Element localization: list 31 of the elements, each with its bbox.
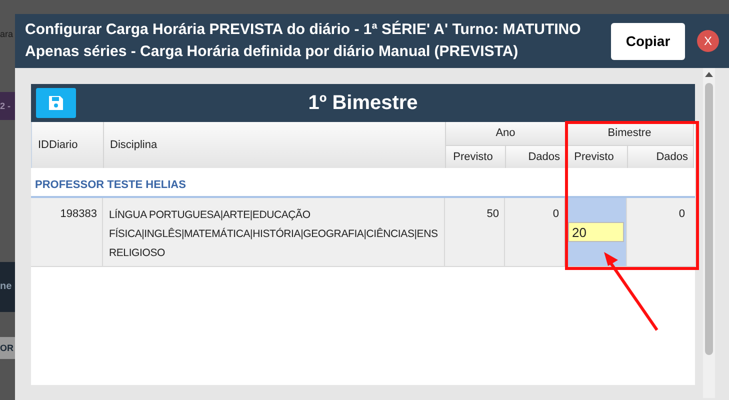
scrollbar[interactable] xyxy=(703,68,715,398)
scroll-up-icon xyxy=(705,71,713,77)
background-text: OR xyxy=(0,342,14,354)
table-cell-text: LÍNGUA PORTUGUESA|ARTE|EDUCAÇÃO xyxy=(109,208,312,223)
column-header: Dados xyxy=(528,150,560,165)
column-header: IDDiario xyxy=(38,138,78,153)
table-cell-text: 0 xyxy=(678,207,685,222)
background-text: ara xyxy=(0,28,14,40)
column-header: Previsto xyxy=(453,150,493,165)
table-cell-text: RELIGIOSO xyxy=(109,246,166,261)
dialog-title: Apenas séries - Carga Horária definida por diário Manual (PREVISTA) xyxy=(25,42,520,62)
table-cell-text: 50 xyxy=(486,207,499,222)
save-icon xyxy=(48,95,64,111)
group-header: PROFESSOR TESTE HELIAS xyxy=(35,178,186,192)
column-header: Bimestre xyxy=(608,126,652,142)
column-header: Dados xyxy=(656,150,688,165)
table-cell-text: FÍSICA|INGLÊS|MATEMÁTICA|HISTÓRIA|GEOGRAFIA|CIÊNCIAS|ENS xyxy=(109,226,439,242)
selected-cell[interactable]: 20 xyxy=(565,198,627,266)
panel-title: 1º Bimestre xyxy=(308,91,418,116)
dialog-title: Configurar Carga Horária PREVISTA do diário - 1ª SÉRIE' A' Turno: MATUTINO xyxy=(25,20,582,40)
save-button[interactable] xyxy=(36,88,76,118)
table-cell-text: 198383 xyxy=(60,207,97,222)
background-text: ne xyxy=(0,281,12,293)
column-header: Previsto xyxy=(574,150,614,165)
column-header: Disciplina xyxy=(110,138,158,153)
background-text: 2 - xyxy=(0,100,11,112)
table-cell-text: 0 xyxy=(552,207,559,222)
copy-button[interactable]: Copiar xyxy=(611,22,685,60)
close-button[interactable]: X xyxy=(697,30,719,52)
input-field[interactable]: 20 xyxy=(568,222,624,242)
column-header: Ano xyxy=(496,126,516,142)
